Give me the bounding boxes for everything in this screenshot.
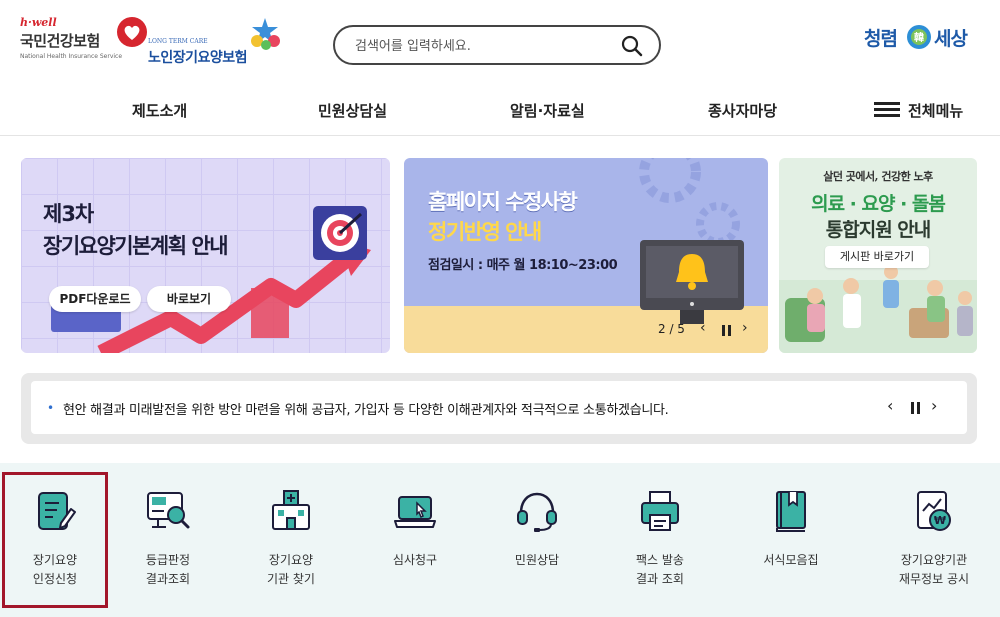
banner3-tagline: 살던 곳에서, 건강한 노후 [823,170,933,183]
nav-item-intro[interactable]: 제도소개 [132,100,187,121]
search-input[interactable] [355,35,615,57]
label-line1: 서식모음집 [763,553,819,567]
view-button[interactable]: 바로보기 [147,286,231,312]
banner3-title-line1: 의료 · 요양 · 돌봄 [811,193,946,215]
banner-long-term-care-plan[interactable]: 제3차 장기요양기본계획 안내 PDF다운로드 바로보기 [21,158,390,353]
banner-homepage-update[interactable]: 홈페이지 수정사항 정기반영 안내 점검일시 : 매주 월 18:10~23:0… [404,158,768,353]
monitor-search-icon [147,492,190,529]
banner1-title-line1: 제3차 [43,202,94,226]
banner1-title-line2: 장기요양기본계획 안내 [43,234,229,258]
label-line1: 민원상담 [514,553,560,567]
pdf-download-button[interactable]: PDF다운로드 [49,286,141,312]
banner-integrated-care[interactable]: 살던 곳에서, 건강한 노후 의료 · 요양 · 돌봄 통합지원 안내 게시판 … [779,158,977,353]
label-line2: 결과조회 [145,572,191,586]
quick-item-care-application[interactable]: 장기요양인정신청 [2,472,108,608]
finance-report-icon: ₩ [917,491,951,531]
slide-prev-icon[interactable]: ‹ [700,320,706,336]
slogan-badge: 韓 [914,31,924,44]
nav-item-workers[interactable]: 종사자마당 [708,100,777,121]
label-line2: 인정신청 [32,572,78,586]
nhis-logo-english: National Health Insurance Service [20,53,123,60]
headset-icon [517,492,557,532]
slogan-part2: 세상 [934,28,968,50]
book-icon [776,491,806,532]
nhis-logo-name: 국민건강보험 [20,32,100,50]
notice-next-icon[interactable]: › [931,396,937,415]
all-menu-label: 전체메뉴 [908,102,964,120]
ltc-logo-name: 노인장기요양보험 [148,50,248,66]
banner-slide-controls: 2 / 5 ‹ › [658,320,758,340]
banner2-title-line2: 정기반영 안내 [428,220,542,244]
notice-text[interactable]: 현안 해결과 미래발전을 위한 방안 마련을 위해 공급자, 가입자 등 다양한… [63,399,669,418]
search-icon[interactable] [619,33,645,59]
slide-counter: 2 / 5 [658,322,685,336]
label-line1: 심사청구 [392,553,438,567]
ltc-logo[interactable]: LONG TERM CARE 노인장기요양보험 [148,16,288,70]
hospital-building-icon [272,490,310,530]
quick-item-financial-disclosure[interactable]: ₩ 장기요양기관재무정보 공시 [884,475,984,605]
quick-item-label: 서식모음집 [741,551,841,570]
label-line2: 재무정보 공시 [898,572,970,586]
label-line1: 장기요양기관 [900,553,968,567]
search-box [333,25,661,65]
notice-inner: • 현안 해결과 미래발전을 위한 방안 마련을 위해 공급자, 가입자 등 다… [31,381,967,434]
label-line2: 기관 찾기 [267,572,315,586]
fax-icon [641,491,679,531]
label-line1: 등급판정 [145,553,191,567]
label-line1: 장기요양 [268,553,314,567]
star-logo-icon [251,18,280,50]
quick-item-label: 장기요양기관 찾기 [241,551,341,589]
nhis-logo-tagline: h·well [20,16,57,29]
notice-prev-icon[interactable]: ‹ [887,396,893,415]
nav-item-civil-service[interactable]: 민원상담실 [318,100,387,121]
hamburger-icon [874,102,900,118]
integrity-slogan[interactable]: 청렴 韓 세상 [864,20,978,60]
bullet-icon: • [47,401,55,415]
notice-pause-icon[interactable] [911,402,921,414]
board-shortcut-button[interactable]: 게시판 바로가기 [825,246,929,268]
main-navigation: 제도소개 민원상담실 알림·자료실 종사자마당 전체메뉴 [0,90,1000,136]
quick-item-label: 심사청구 [365,551,465,570]
quick-item-find-facility[interactable]: 장기요양기관 찾기 [241,475,341,605]
nav-item-notice-data[interactable]: 알림·자료실 [510,100,585,121]
label-line1: 팩스 발송 [636,553,684,567]
label-line1: 장기요양 [32,553,78,567]
label-line2: 결과 조회 [636,572,684,586]
slide-next-icon[interactable]: › [742,320,748,336]
slide-pause-icon[interactable] [722,325,732,336]
slogan-part1: 청렴 [864,28,898,50]
banner3-title-line2: 통합지원 안내 [825,219,932,241]
quick-item-fax-result[interactable]: 팩스 발송결과 조회 [610,475,710,605]
quick-item-grade-result[interactable]: 등급판정결과조회 [118,475,218,605]
quick-item-label: 장기요양기관재무정보 공시 [884,551,984,589]
site-header: h·well 국민건강보험 National Health Insurance … [0,0,1000,90]
quick-item-label: 장기요양인정신청 [5,551,105,589]
quick-menu: 장기요양 인정신청 등급판정 결과조회 장기요양 기관 찾기 심사청구 민원상담… [0,463,1000,617]
quick-item-civil-consult[interactable]: 민원상담 [487,475,587,605]
laptop-click-icon [394,496,436,528]
quick-item-label: 팩스 발송결과 조회 [610,551,710,589]
globe-badge-icon: 韓 [907,25,931,49]
all-menu-button[interactable]: 전체메뉴 [874,100,963,121]
quick-item-form-collection[interactable]: 서식모음집 [741,475,841,605]
svg-text:₩: ₩ [934,514,946,527]
edit-document-icon [38,492,76,530]
notice-ticker: • 현안 해결과 미래발전을 위한 방안 마련을 위해 공급자, 가입자 등 다… [21,373,977,444]
banner2-schedule: 점검일시 : 매주 월 18:10~23:00 [428,258,618,273]
banner2-title-line1: 홈페이지 수정사항 [428,190,578,214]
heart-logo-icon [117,17,147,47]
nhis-logo[interactable]: h·well 국민건강보험 National Health Insurance … [18,14,148,70]
ltc-logo-english: LONG TERM CARE [148,38,208,45]
quick-item-label: 등급판정결과조회 [118,551,218,589]
quick-item-label: 민원상담 [487,551,587,570]
quick-item-review-claim[interactable]: 심사청구 [365,475,465,605]
